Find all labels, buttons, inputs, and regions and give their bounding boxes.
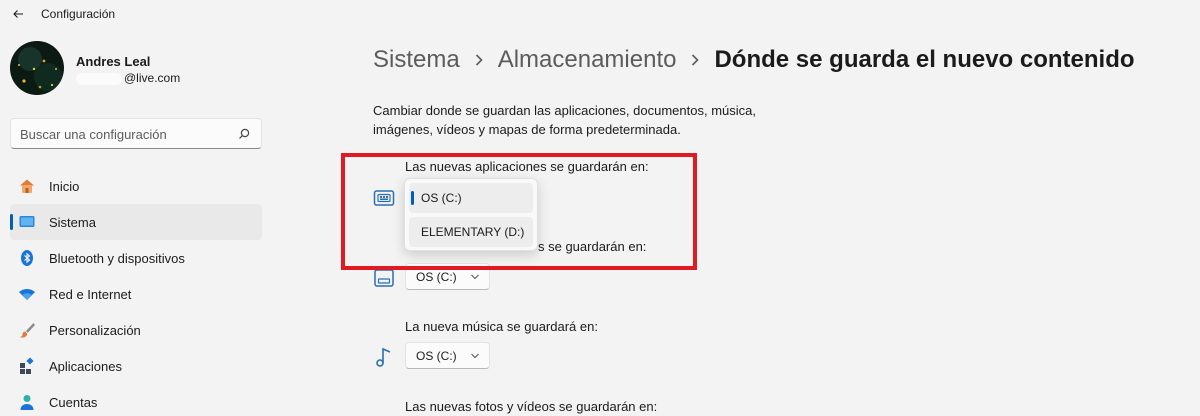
avatar[interactable] — [10, 41, 64, 95]
photos-location-label: Las nuevas fotos y vídeos se guardarán e… — [405, 399, 658, 414]
user-email-domain: @live.com — [124, 71, 181, 85]
search-input[interactable]: Buscar una configuración — [10, 118, 262, 149]
chevron-right-icon — [460, 48, 498, 72]
brush-icon — [19, 323, 35, 338]
user-email: @live.com — [76, 71, 180, 85]
breadcrumb-item-almacenamiento[interactable]: Almacenamiento — [498, 46, 677, 74]
sidebar-item-bluetooth[interactable]: Bluetooth y dispositivos — [10, 240, 262, 276]
sidebar-item-label: Bluetooth y dispositivos — [49, 251, 185, 266]
account-icon — [20, 395, 34, 410]
search-placeholder: Buscar una configuración — [20, 127, 167, 142]
sidebar-item-label: Aplicaciones — [49, 359, 122, 374]
sidebar-item-aplicaciones[interactable]: Aplicaciones — [10, 348, 262, 384]
home-icon — [20, 179, 34, 193]
user-name: Andres Leal — [76, 54, 151, 69]
dropdown-value: OS (C:) — [416, 349, 457, 363]
back-arrow-icon — [13, 10, 23, 18]
music-icon — [376, 347, 391, 367]
breadcrumb: Sistema Almacenamiento Dónde se guarda e… — [373, 44, 1135, 76]
page-title: Dónde se guarda el nuevo contenido — [714, 46, 1135, 73]
sidebar-nav: Inicio Sistema Bluetooth y dispositivos … — [10, 168, 262, 416]
search-icon — [239, 128, 250, 139]
chevron-right-icon — [676, 48, 714, 72]
sidebar-item-label: Cuentas — [49, 395, 98, 410]
sidebar-item-personalizacion[interactable]: Personalización — [10, 312, 262, 348]
title-bar: Configuración — [0, 0, 1200, 28]
sidebar-item-label: Personalización — [49, 323, 141, 338]
back-button[interactable] — [8, 4, 28, 24]
app-title: Configuración — [41, 7, 116, 21]
sidebar-item-inicio[interactable]: Inicio — [10, 168, 262, 204]
sidebar-item-red[interactable]: Red e Internet — [10, 276, 262, 312]
bluetooth-icon — [21, 250, 33, 266]
apps-icon — [20, 357, 34, 374]
sidebar-item-label: Red e Internet — [49, 287, 132, 302]
music-drive-dropdown[interactable]: OS (C:) — [405, 342, 490, 369]
music-location-label: La nueva música se guardará en: — [405, 319, 598, 334]
chevron-down-icon — [471, 353, 479, 359]
wifi-icon — [19, 289, 35, 300]
sidebar-item-sistema[interactable]: Sistema — [10, 204, 262, 240]
sidebar-item-label: Sistema — [49, 215, 96, 230]
page-description: Cambiar donde se guardan las aplicacione… — [373, 103, 756, 137]
red-highlight-box — [341, 153, 697, 270]
chevron-down-icon — [471, 274, 479, 280]
sidebar-item-label: Inicio — [49, 179, 80, 194]
dropdown-value: OS (C:) — [416, 270, 457, 284]
breadcrumb-item-sistema[interactable]: Sistema — [373, 46, 460, 74]
redacted-email-mask — [76, 72, 122, 85]
sidebar-item-cuentas[interactable]: Cuentas — [10, 384, 262, 416]
system-icon — [19, 216, 35, 227]
